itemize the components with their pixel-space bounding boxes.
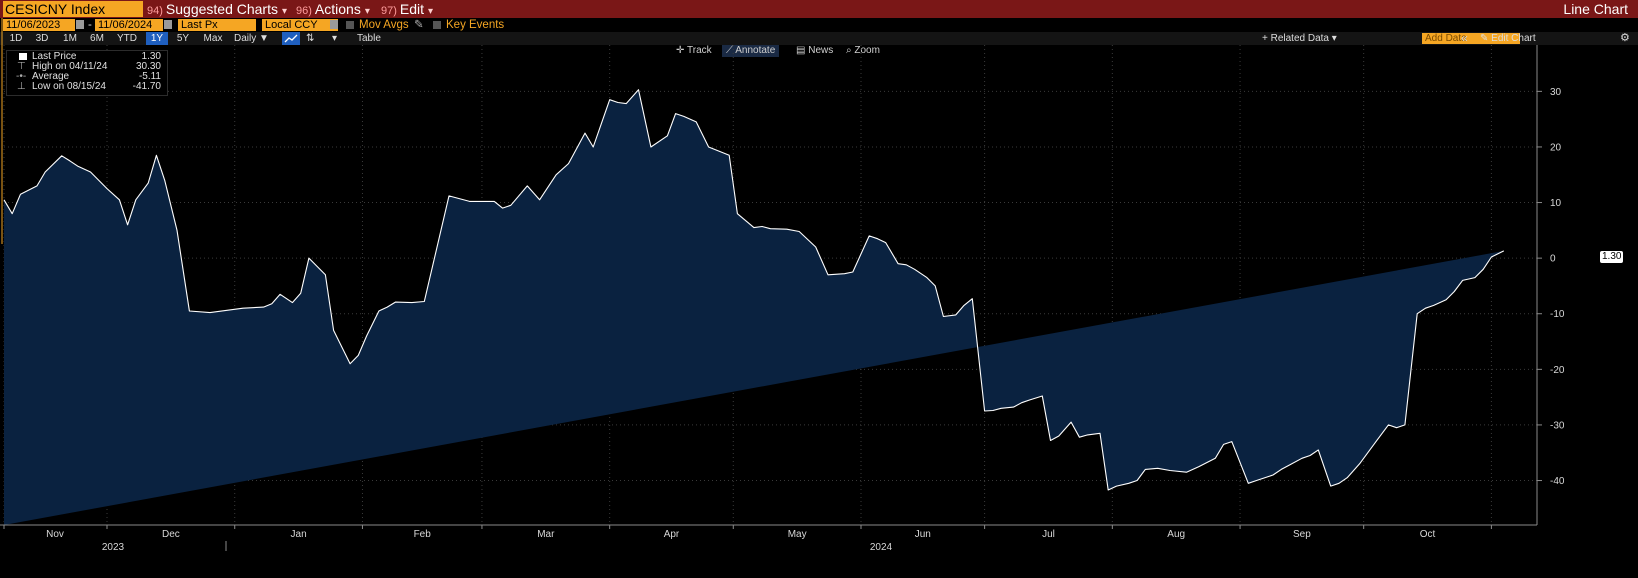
x-tick-label: Nov [46,529,64,540]
y-tick-label: 30 [1550,87,1562,98]
x-tick-label: Jan [291,529,307,540]
low-marker-icon: ⊥ [17,81,26,92]
y-tick-label: 0 [1550,254,1556,265]
x-tick-label: Jul [1042,529,1055,540]
legend-low-label: Low on 08/15/24 [32,81,106,92]
x-tick-label: May [788,529,807,540]
x-year-label: 2023 [102,542,125,553]
y-tick-label: 20 [1550,142,1562,153]
x-tick-label: Dec [162,529,180,540]
y-tick-label: -40 [1550,476,1565,487]
x-tick-label: Feb [414,529,432,540]
y-tick-label: -30 [1550,420,1565,431]
y-tick-label: 10 [1550,198,1562,209]
x-tick-label: Mar [537,529,555,540]
legend-swatch [19,53,27,60]
series-area [4,89,1504,525]
x-year-label: 2024 [870,542,893,553]
line-chart: 30 20 10 0 -10 -20 -30 -40 Nov Dec Jan Feb Mar Apr May… [0,18,1638,553]
y-axis-strip [1537,45,1638,525]
last-value-marker: 1.30 [1600,251,1624,263]
y-tick-label: -10 [1550,309,1565,320]
legend-low-value: -41.70 [132,81,161,92]
x-tick-label: Oct [1420,529,1436,540]
x-tick-label: Jun [915,529,931,540]
x-tick-label: Sep [1293,529,1311,540]
chart-legend: Last Price 1.30 ⊤ High on 04/11/24 30.30… [6,50,168,96]
x-tick-label: Aug [1167,529,1185,540]
x-tick-label: Apr [664,529,680,540]
y-tick-label: -20 [1550,365,1565,376]
